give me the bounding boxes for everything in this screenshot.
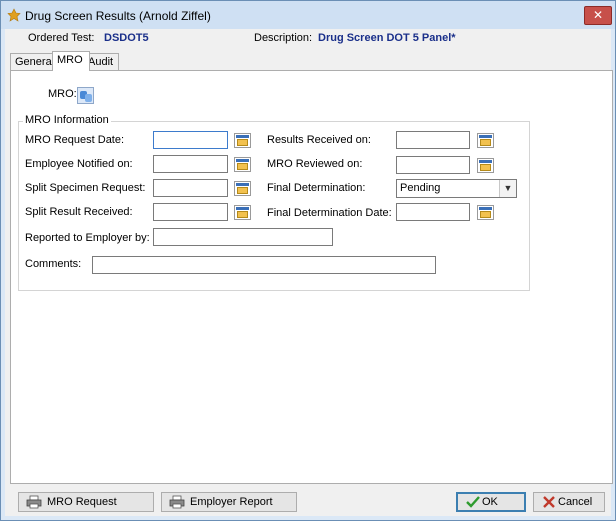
- reported-to-employer-label: Reported to Employer by:: [25, 232, 150, 244]
- calendar-icon[interactable]: [477, 158, 494, 173]
- tab-mro-label: MRO: [57, 54, 83, 66]
- window-title: Drug Screen Results (Arnold Ziffel): [25, 9, 211, 23]
- mro-reviewed-input[interactable]: [396, 156, 470, 174]
- mro-reviewed-label: MRO Reviewed on:: [267, 158, 363, 170]
- final-determination-label: Final Determination:: [267, 182, 366, 194]
- description-value: Drug Screen DOT 5 Panel*: [318, 32, 456, 44]
- results-received-input[interactable]: [396, 131, 470, 149]
- split-specimen-request-input[interactable]: [153, 179, 228, 197]
- calendar-icon[interactable]: [477, 133, 494, 148]
- close-button[interactable]: ✕: [584, 6, 612, 25]
- comments-label: Comments:: [25, 258, 82, 270]
- calendar-icon[interactable]: [477, 205, 494, 220]
- tab-mro[interactable]: MRO: [52, 51, 90, 71]
- tab-general[interactable]: General: [10, 53, 58, 71]
- calendar-icon[interactable]: [234, 157, 251, 172]
- printer-icon: [26, 495, 42, 509]
- ok-button[interactable]: OK: [456, 492, 526, 512]
- chevron-down-icon[interactable]: ▼: [499, 180, 516, 197]
- ordered-test-value: DSDOT5: [104, 32, 149, 44]
- final-determination-value: Pending: [400, 182, 441, 194]
- mro-request-date-input[interactable]: [153, 131, 228, 149]
- cancel-x-icon: [543, 496, 555, 508]
- contacts-icon[interactable]: [77, 87, 94, 104]
- checkmark-icon: [466, 496, 480, 508]
- results-received-label: Results Received on:: [267, 134, 371, 146]
- mro-request-button[interactable]: MRO Request: [18, 492, 154, 512]
- reported-to-employer-input[interactable]: [153, 228, 333, 246]
- mro-request-date-label: MRO Request Date:: [25, 134, 125, 146]
- employee-notified-label: Employee Notified on:: [25, 158, 133, 170]
- ok-label: OK: [482, 496, 498, 508]
- cancel-button[interactable]: Cancel: [533, 492, 605, 512]
- comments-input[interactable]: [92, 256, 436, 274]
- title-bar[interactable]: Drug Screen Results (Arnold Ziffel) ✕: [1, 1, 615, 29]
- final-determination-select[interactable]: Pending ▼: [396, 179, 517, 198]
- mro-label: MRO:: [48, 88, 77, 100]
- cancel-label: Cancel: [558, 496, 593, 508]
- employee-notified-input[interactable]: [153, 155, 228, 173]
- tab-general-label: General: [15, 56, 55, 68]
- calendar-icon[interactable]: [234, 133, 251, 148]
- split-specimen-request-label: Split Specimen Request:: [25, 182, 146, 194]
- split-result-received-label: Split Result Received:: [25, 206, 133, 218]
- calendar-icon[interactable]: [234, 205, 251, 220]
- employer-report-label: Employer Report: [190, 496, 273, 508]
- app-icon: [7, 8, 21, 22]
- tab-audit-label: Audit: [88, 56, 114, 68]
- final-determination-date-input[interactable]: [396, 203, 470, 221]
- final-determination-date-label: Final Determination Date:: [267, 207, 392, 219]
- ordered-test-label: Ordered Test:: [28, 32, 95, 44]
- group-title: MRO Information: [23, 114, 111, 126]
- mro-request-label: MRO Request: [47, 496, 117, 508]
- split-result-received-input[interactable]: [153, 203, 228, 221]
- drug-screen-results-window: Drug Screen Results (Arnold Ziffel) ✕ Or…: [0, 0, 616, 521]
- description-label: Description:: [254, 32, 313, 44]
- employer-report-button[interactable]: Employer Report: [161, 492, 297, 512]
- calendar-icon[interactable]: [234, 181, 251, 196]
- printer-icon: [169, 495, 185, 509]
- close-icon: ✕: [592, 8, 604, 22]
